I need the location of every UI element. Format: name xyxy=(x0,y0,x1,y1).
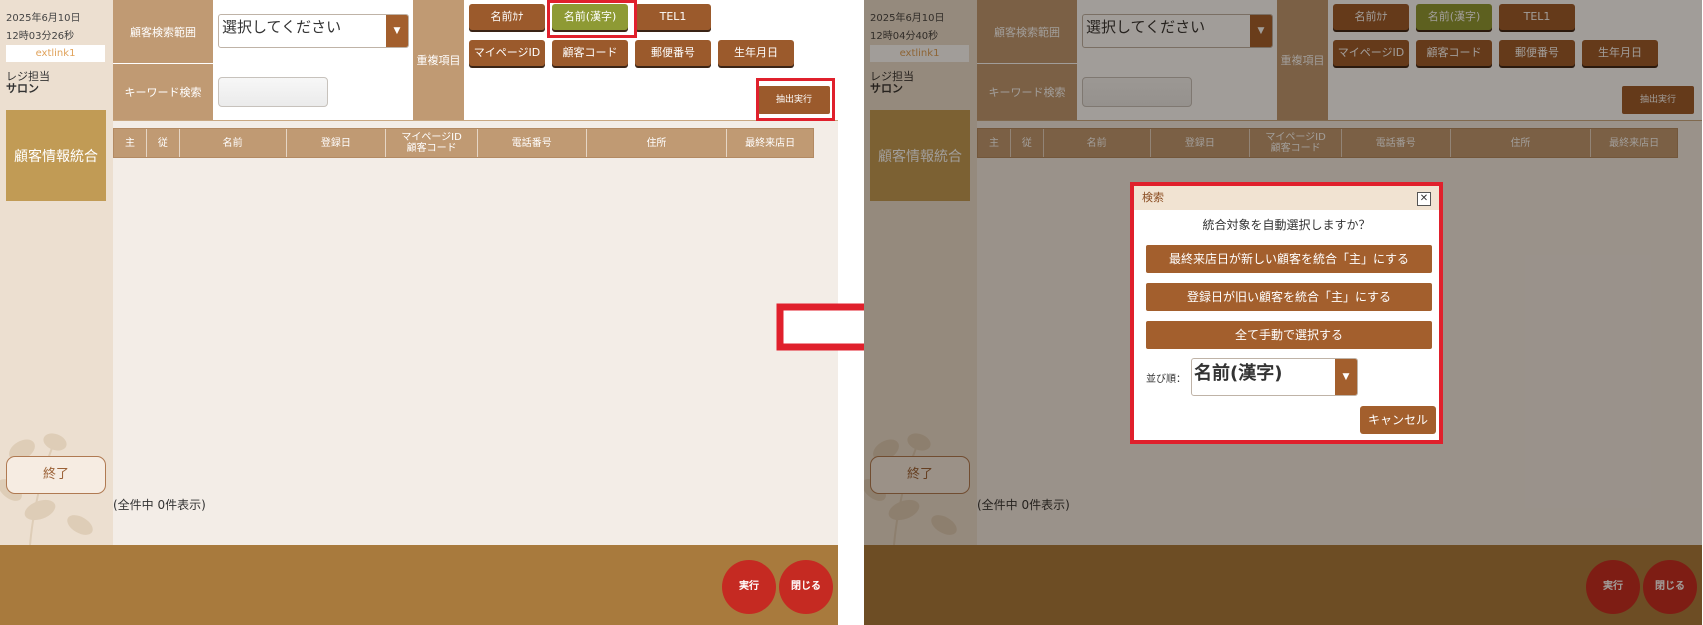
search-range-label: 顧客検索範囲 xyxy=(113,0,213,63)
keyword-label: キーワード検索 xyxy=(113,64,213,120)
footer-bar xyxy=(0,545,838,625)
user-badge: extlink1 xyxy=(6,45,105,62)
result-count: (全件中 0件表示) xyxy=(113,498,206,512)
time-text: 12時03分26秒 xyxy=(6,31,75,42)
keyword-input[interactable] xyxy=(218,77,328,107)
option-last-visit-button[interactable]: 最終来店日が新しい顧客を統合「主」にする xyxy=(1146,245,1432,273)
close-button[interactable]: 閉じる xyxy=(779,560,833,614)
col-registered: 登録日 xyxy=(287,129,387,157)
dup-button-customer-code[interactable]: 顧客コード xyxy=(552,40,628,66)
search-range-value: 選択してください xyxy=(222,18,342,36)
cancel-button[interactable]: キャンセル xyxy=(1360,406,1436,434)
run-button[interactable]: 実行 xyxy=(722,560,776,614)
dropdown-arrow-icon[interactable]: ▼ xyxy=(1335,359,1357,395)
dup-button-tel1[interactable]: TEL1 xyxy=(635,4,711,30)
search-panel: 顧客検索範囲 選択してください ▼ キーワード検索 重複項目 名前ｶﾅ 名前(漢… xyxy=(113,0,838,121)
main-area: 顧客検索範囲 選択してください ▼ キーワード検索 重複項目 名前ｶﾅ 名前(漢… xyxy=(113,0,838,545)
dialog-title: 検索 xyxy=(1134,186,1439,210)
dup-button-kana[interactable]: 名前ｶﾅ xyxy=(469,4,545,30)
option-oldest-registered-button[interactable]: 登録日が旧い顧客を統合「主」にする xyxy=(1146,283,1432,311)
sidebar: 2025年6月10日 12時03分26秒 extlink1 レジ担当 サロン 顧… xyxy=(0,0,113,545)
register-name: サロン xyxy=(6,82,39,95)
end-button[interactable]: 終了 xyxy=(6,456,106,494)
col-sub: 従 xyxy=(147,129,180,157)
register-staff: レジ担当 サロン xyxy=(6,71,50,95)
dup-button-mypage-id[interactable]: マイページID xyxy=(469,40,545,66)
close-icon[interactable]: ✕ xyxy=(1417,192,1431,206)
col-address: 住所 xyxy=(587,129,728,157)
dup-label: 重複項目 xyxy=(413,0,464,120)
dup-button-birthday[interactable]: 生年月日 xyxy=(718,40,794,66)
search-dialog: 検索 ✕ 統合対象を自動選択しますか？ 最終来店日が新しい顧客を統合「主」にする… xyxy=(1130,182,1443,444)
sort-value: 名前(漢字) xyxy=(1194,363,1283,384)
screen-after: 2025年6月10日 12時04分40秒 extlink1 レジ担当 サロン 顧… xyxy=(864,0,1702,625)
sort-label: 並び順： xyxy=(1146,374,1186,385)
table-header: 主 従 名前 登録日 マイページID 顧客コード 電話番号 住所 最終来店日 xyxy=(113,128,814,158)
option-manual-button[interactable]: 全て手動で選択する xyxy=(1146,321,1432,349)
dialog-question: 統合対象を自動選択しますか？ xyxy=(1202,218,1371,232)
col-last-visit: 最終来店日 xyxy=(745,137,796,149)
col-main: 主 xyxy=(114,129,147,157)
menu-customer-merge[interactable]: 顧客情報統合 xyxy=(6,110,106,201)
col-phone: 電話番号 xyxy=(478,129,587,157)
dup-button-kanji[interactable]: 名前(漢字) xyxy=(552,4,628,30)
screen-before: 2025年6月10日 12時03分26秒 extlink1 レジ担当 サロン 顧… xyxy=(0,0,838,625)
date-text: 2025年6月10日 xyxy=(6,13,81,24)
extract-button[interactable]: 抽出実行 xyxy=(758,86,830,114)
col-name: 名前 xyxy=(180,129,287,157)
dup-button-postal[interactable]: 郵便番号 xyxy=(635,40,711,66)
datetime: 2025年6月10日 12時03分26秒 xyxy=(6,10,81,46)
dropdown-arrow-icon[interactable]: ▼ xyxy=(386,15,408,47)
col-mypage-code: マイページID 顧客コード xyxy=(386,129,478,157)
sort-select[interactable]: 名前(漢字) ▼ xyxy=(1191,358,1358,396)
search-range-select[interactable]: 選択してください ▼ xyxy=(218,14,409,48)
